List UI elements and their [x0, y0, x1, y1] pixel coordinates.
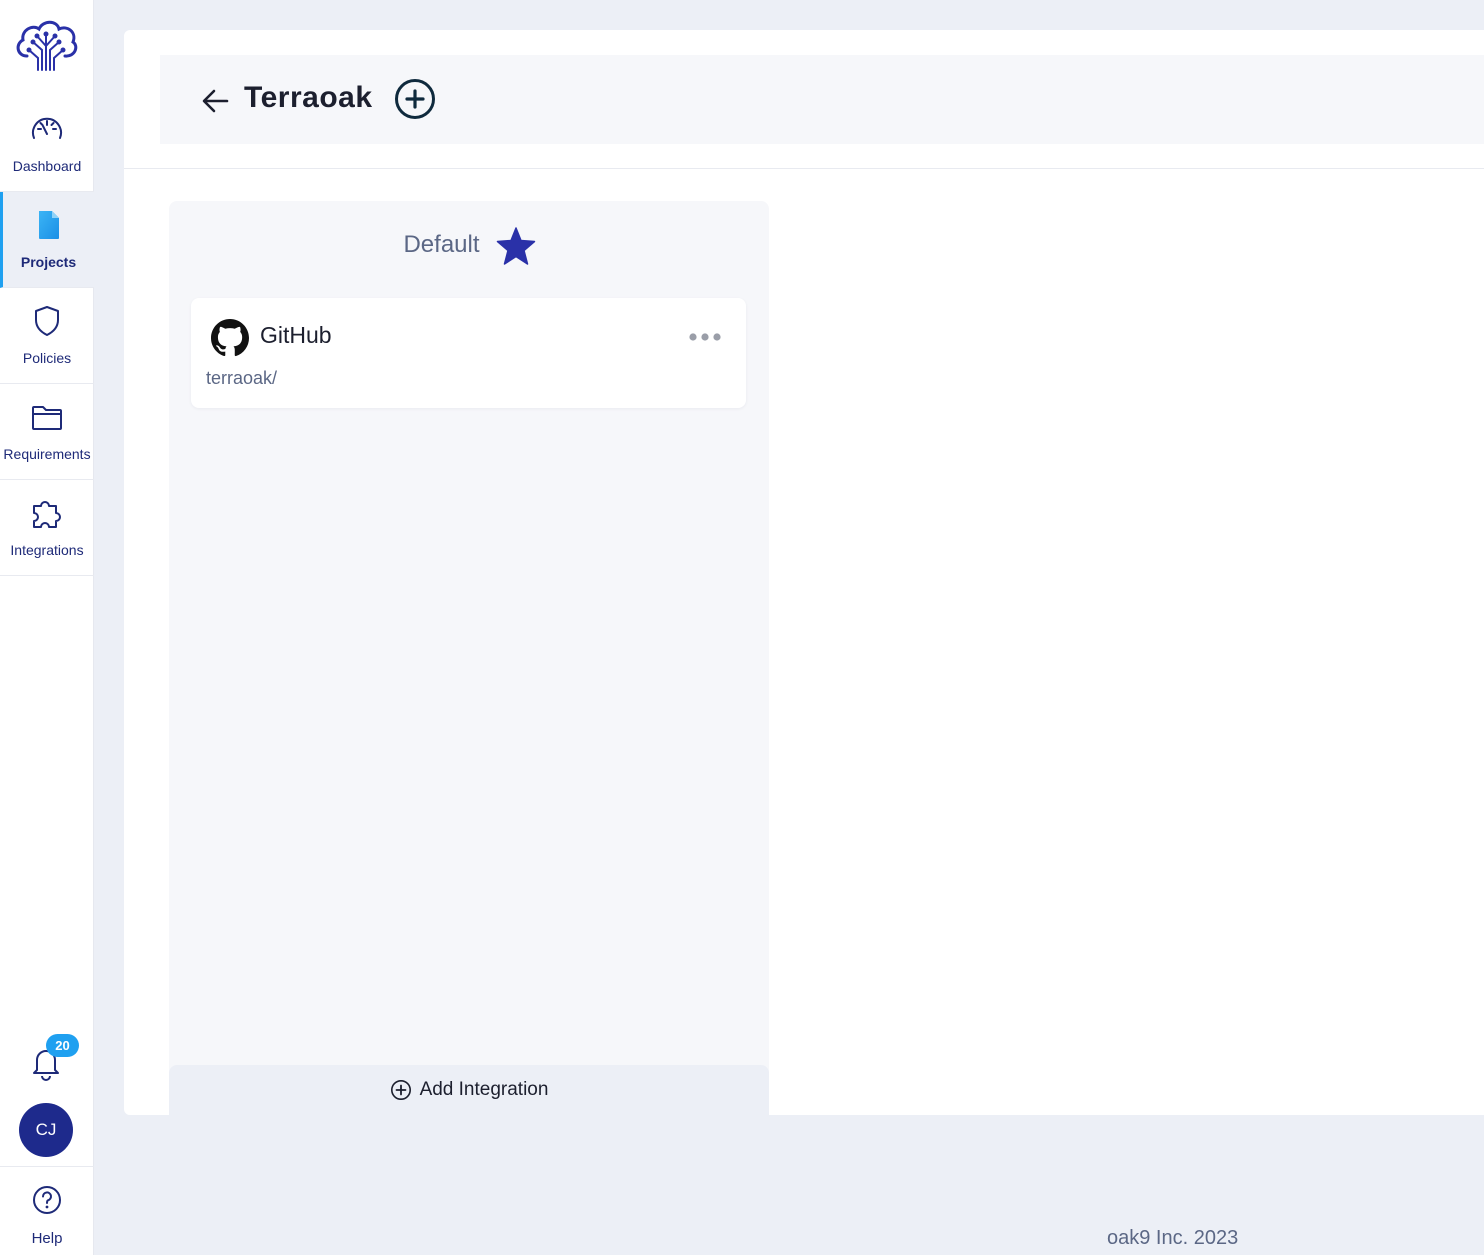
add-column-button[interactable]	[394, 78, 436, 120]
column-title: Default	[403, 231, 480, 258]
add-integration-label: Add Integration	[419, 1079, 549, 1100]
github-icon	[211, 319, 249, 357]
sidebar-item-dashboard[interactable]: Dashboard	[0, 96, 94, 192]
avatar[interactable]: CJ	[19, 1103, 73, 1157]
divider	[124, 168, 1484, 169]
integration-card[interactable]: GitHub terraoak/	[191, 298, 746, 408]
document-icon	[32, 208, 66, 242]
sidebar-item-label: Projects	[20, 254, 77, 270]
puzzle-icon	[30, 496, 64, 530]
speedometer-icon	[30, 112, 64, 146]
oak9-logo-icon[interactable]	[13, 16, 79, 72]
sidebar-item-projects[interactable]: Projects	[0, 192, 94, 288]
folder-icon	[30, 400, 64, 434]
star-icon[interactable]	[496, 226, 536, 266]
plus-circle-icon	[390, 1079, 412, 1101]
plus-circle-icon	[395, 79, 435, 119]
shield-icon	[30, 304, 64, 338]
sidebar-item-label: Dashboard	[12, 158, 82, 174]
card-title: GitHub	[260, 322, 332, 348]
page-title: Terraoak	[244, 81, 373, 114]
sidebar: Dashboard Projects Policies Requirements…	[0, 0, 94, 1255]
add-integration-button[interactable]: Add Integration	[169, 1065, 769, 1115]
help-button[interactable]: Help	[0, 1166, 94, 1255]
sidebar-item-label: Policies	[22, 350, 72, 366]
sidebar-item-requirements[interactable]: Requirements	[0, 384, 94, 480]
page-header: Terraoak	[160, 55, 1484, 144]
notification-badge: 20	[46, 1034, 79, 1057]
help-label: Help	[31, 1230, 63, 1247]
integration-column: Default GitHub terraoak/ Add Integration	[169, 201, 769, 1115]
sidebar-item-label: Requirements	[3, 446, 91, 462]
card-subtitle: terraoak/	[206, 368, 278, 388]
sidebar-item-integrations[interactable]: Integrations	[0, 480, 94, 576]
help-icon	[31, 1184, 63, 1216]
sidebar-item-policies[interactable]: Policies	[0, 288, 94, 384]
more-options-icon[interactable]	[687, 328, 723, 346]
sidebar-item-label: Integrations	[10, 542, 84, 558]
footer-copyright: oak9 Inc. 2023	[1107, 1227, 1239, 1249]
back-arrow-icon[interactable]	[200, 87, 230, 115]
main-panel: Terraoak Default GitHub terraoak/ Add In…	[124, 30, 1484, 1115]
